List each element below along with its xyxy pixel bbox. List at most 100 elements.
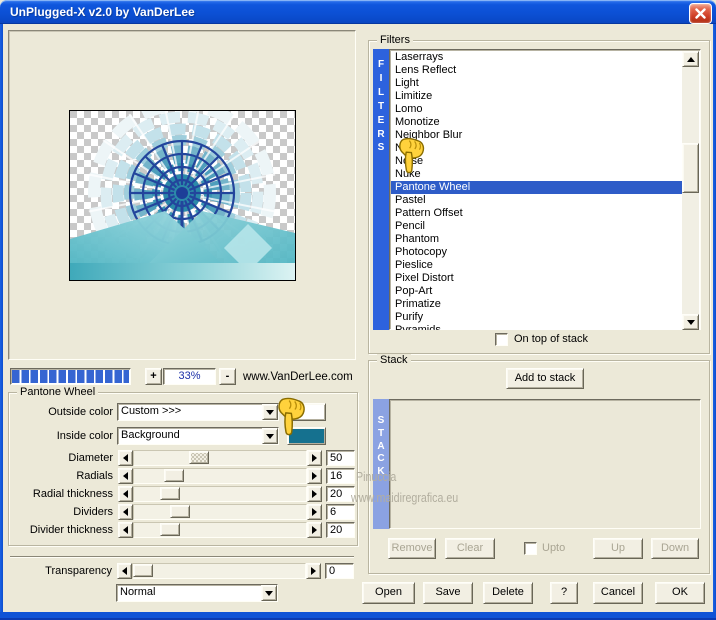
filter-list-item[interactable]: Limitize [391,90,684,103]
stack-vertical-banner: STACK [373,399,389,529]
scrollbar-thumb[interactable] [682,143,699,193]
stack-list[interactable] [389,399,701,529]
slider-track[interactable] [133,468,307,484]
arrow-right-icon [312,508,317,516]
upto-checkbox[interactable] [524,542,537,555]
filter-list-item[interactable]: Light [391,77,684,90]
blend-mode-dropdown-button[interactable] [261,585,277,601]
filter-list-item[interactable]: Photocopy [391,246,684,259]
slider-decrement-button[interactable] [118,504,133,520]
filter-list-item[interactable]: Monotize [391,116,684,129]
remove-button[interactable]: Remove [388,538,436,559]
filter-list-item[interactable]: Pencil [391,220,684,233]
preview-image[interactable] [68,98,296,287]
filter-list-item[interactable]: Pop-Art [391,285,684,298]
ok-button[interactable]: OK [655,582,705,604]
slider-increment-button[interactable] [307,522,322,538]
add-to-stack-button[interactable]: Add to stack [506,368,584,389]
zoom-out-button[interactable]: - [219,368,236,385]
vertical-letter: S [377,142,385,154]
filter-list-item[interactable]: Pieslice [391,259,684,272]
color-combobox[interactable]: Custom >>> [117,403,279,421]
blend-mode-combobox[interactable]: Normal [116,584,278,602]
filter-list-item[interactable]: Primatize [391,298,684,311]
close-button[interactable] [689,3,712,24]
titlebar[interactable]: UnPlugged-X v2.0 by VanDerLee [0,0,716,24]
arrow-left-icon [123,490,128,498]
slider-thumb[interactable] [160,523,180,536]
filter-list-item[interactable]: Phantom [391,233,684,246]
watermark-line1: Pinuccia [356,469,397,484]
slider-decrement-button[interactable] [118,450,133,466]
slider-thumb[interactable] [160,487,180,500]
help-button[interactable]: ? [550,582,578,604]
color-combobox[interactable]: Background [117,427,279,445]
color-value: Custom >>> [121,405,182,417]
filter-list-item[interactable]: Neighbor Blur [391,129,684,142]
slider-thumb[interactable] [133,564,153,577]
open-button[interactable]: Open [362,582,415,604]
slider-decrement-button[interactable] [118,486,133,502]
save-button[interactable]: Save [423,582,473,604]
slider-label: Dividers [73,506,113,518]
slider-value-input[interactable]: 0 [325,563,354,579]
slider-increment-button[interactable] [307,450,322,466]
filter-list-item[interactable]: Laserrays [391,51,684,64]
slider-decrement-button[interactable] [118,468,133,484]
slider-decrement-button[interactable] [118,522,133,538]
slider-value-input[interactable]: 16 [326,468,355,484]
filter-list-item[interactable]: Noise [391,155,684,168]
filter-list-item[interactable]: Pixel Distort [391,272,684,285]
stack-group: Stack Add to stack STACK Remove Clear Up… [368,354,710,574]
vendor-website-link[interactable]: www.VanDerLee.com [243,371,353,383]
clear-button[interactable]: Clear [445,538,495,559]
slider-track[interactable] [132,563,306,579]
slider-increment-button[interactable] [307,486,322,502]
progress-fill [12,370,129,383]
scroll-up-button[interactable] [682,51,699,67]
filter-list-item[interactable]: Lomo [391,103,684,116]
slider-value-input[interactable]: 20 [326,522,355,538]
slider-track[interactable] [133,522,307,538]
vertical-letter: S [377,415,385,426]
slider-decrement-button[interactable] [117,563,132,579]
vertical-letter: T [377,100,385,112]
on-top-of-stack-checkbox[interactable] [495,333,508,346]
scroll-down-button[interactable] [682,314,699,330]
filter-list-item[interactable]: Purify [391,311,684,324]
slider-increment-button[interactable] [306,563,321,579]
scroll-down-icon [686,319,695,325]
up-button[interactable]: Up [593,538,643,559]
filter-list-item[interactable]: Lens Reflect [391,64,684,77]
slider-track[interactable] [133,504,307,520]
color-row-label: Outside color [48,406,113,418]
filter-list-item[interactable]: Pyramids [391,324,684,330]
down-button[interactable]: Down [651,538,699,559]
vertical-letter: R [377,128,385,140]
cancel-button[interactable]: Cancel [593,582,643,604]
zoom-in-button[interactable]: + [145,368,162,385]
filter-list-item[interactable]: Nuke [391,168,684,181]
filter-list-item[interactable]: Pantone Wheel [391,181,684,194]
slider-increment-button[interactable] [307,468,322,484]
plugin-dialog: UnPlugged-X v2.0 by VanDerLee + 33% - ww… [0,0,716,620]
slider-increment-button[interactable] [307,504,322,520]
slider-thumb[interactable] [189,451,209,464]
slider-track[interactable] [133,486,307,502]
filter-list-item[interactable]: Pattern Offset [391,207,684,220]
slider-value-input[interactable]: 6 [326,504,355,520]
vertical-letter: T [377,427,385,439]
filter-list-item[interactable]: Pastel [391,194,684,207]
slider-label: Transparency [45,565,112,577]
filters-group-label: Filters [377,34,413,46]
slider-thumb[interactable] [164,469,184,482]
slider-row: Radials 16 [9,467,357,485]
slider-thumb[interactable] [170,505,190,518]
slider-value-input[interactable]: 50 [326,450,355,466]
blend-mode-value: Normal [120,586,156,598]
slider-row: Divider thickness 20 [9,521,357,539]
slider-track[interactable] [133,450,307,466]
delete-button[interactable]: Delete [483,582,533,604]
filters-scrollbar[interactable] [682,51,699,330]
filter-list-item[interactable]: Neon [391,142,684,155]
